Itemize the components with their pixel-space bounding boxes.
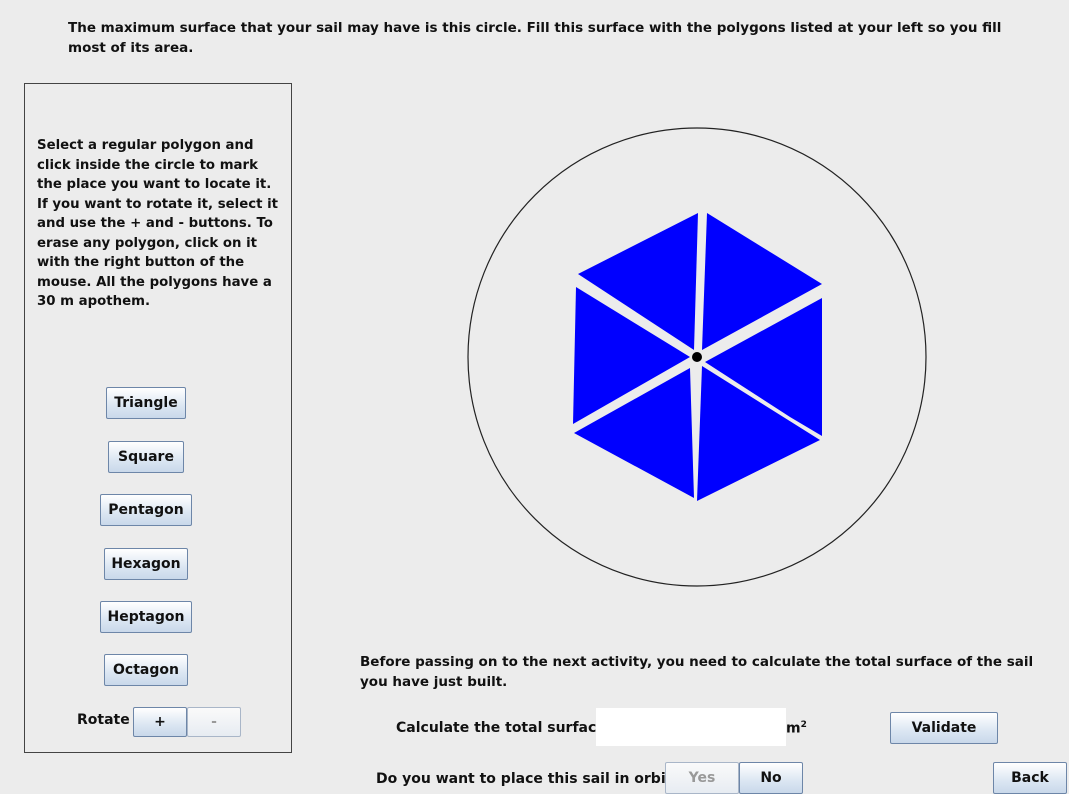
center-point (692, 352, 702, 362)
total-surface-input[interactable] (596, 708, 786, 746)
orbit-question: Do you want to place this sail in orbit? (376, 771, 681, 787)
back-button[interactable]: Back (993, 762, 1067, 794)
validate-button[interactable]: Validate (890, 712, 998, 744)
calculation-instructions: Before passing on to the next activity, … (360, 654, 1034, 690)
yes-button[interactable]: Yes (665, 762, 739, 794)
unit-label: m2 (786, 720, 807, 737)
total-surface-label: Calculate the total surface (396, 720, 606, 736)
no-button[interactable]: No (739, 762, 803, 794)
unit-exponent: 2 (800, 720, 807, 730)
unit-base: m (786, 720, 801, 737)
